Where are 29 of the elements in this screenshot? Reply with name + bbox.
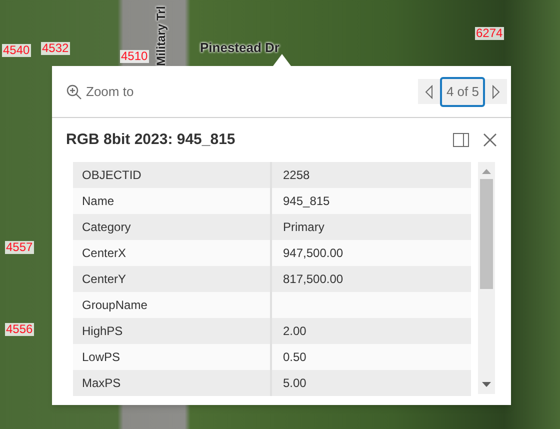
pager-count[interactable]: 4 of 5	[440, 76, 485, 106]
parcel-number: 4540	[2, 44, 31, 57]
parcel-number: 4532	[41, 42, 70, 55]
scrollbar[interactable]	[478, 162, 495, 394]
previous-arrow-icon	[425, 84, 434, 98]
zoom-to-button[interactable]: Zoom to	[66, 82, 134, 102]
parcel-number: 4556	[5, 323, 34, 336]
field-name: MaxPS	[73, 370, 272, 396]
street-label: Military Trl	[153, 6, 169, 66]
scroll-up-icon	[482, 169, 492, 174]
field-value: 817,500.00	[282, 271, 344, 288]
parcel-number: 4510	[120, 50, 149, 63]
scrollbar-thumb[interactable]	[480, 179, 494, 289]
field-value: 2.00	[282, 323, 308, 340]
field-value: 947,500.00	[282, 245, 344, 262]
popup-title: RGB 8bit 2023: 945_815	[66, 130, 236, 150]
street-label: Pinestead Dr	[200, 39, 280, 57]
close-icon[interactable]	[483, 133, 497, 147]
field-value: Primary	[282, 219, 326, 236]
zoom-in-icon	[66, 84, 82, 100]
dock-icon[interactable]	[453, 133, 469, 147]
field-value: 5.00	[282, 375, 308, 392]
field-value: 945_815	[282, 193, 331, 210]
scroll-down-icon	[482, 382, 492, 387]
field-value: 0.50	[282, 349, 308, 366]
field-value: 2258	[282, 167, 311, 184]
next-arrow-icon	[492, 84, 500, 98]
parcel-number: 6274	[475, 27, 504, 40]
parcel-number: 4557	[5, 241, 34, 254]
